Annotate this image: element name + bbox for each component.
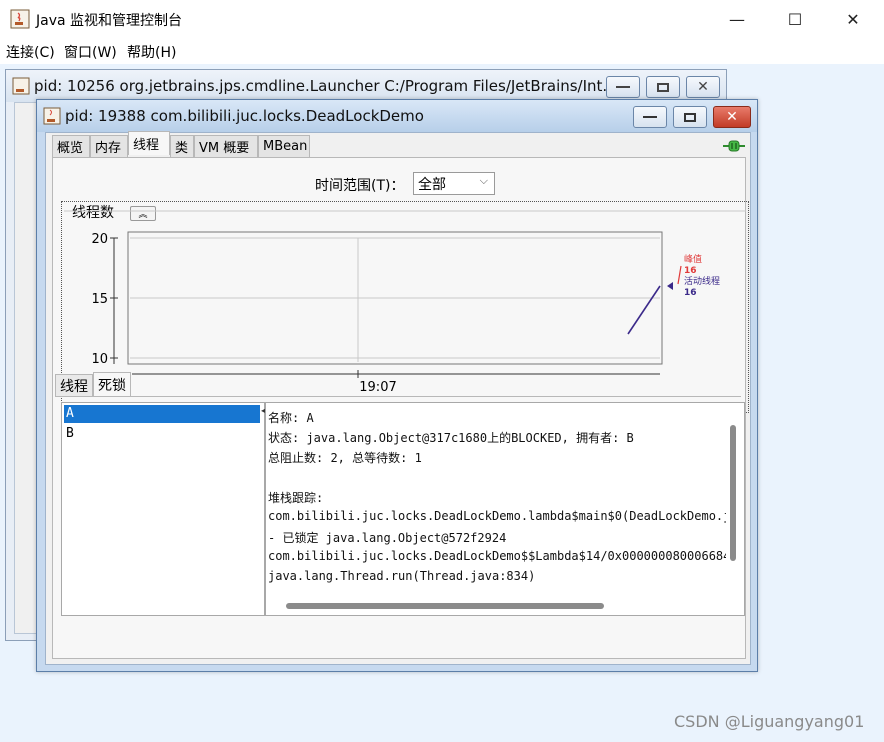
connected-plug-icon xyxy=(722,138,746,154)
deadlock-thread-list[interactable]: A B xyxy=(61,402,265,616)
detail-line: com.bilibili.juc.locks.DeadLockDemo$$Lam… xyxy=(268,549,738,563)
peak-label: 峰值 xyxy=(684,253,702,265)
thread-count-chart-panel: 线程数 ︽ 10 15 20 19:07 峰值 16 活动线程 16 xyxy=(61,201,749,413)
detail-line: 状态: java.lang.Object@317c1680上的BLOCKED, … xyxy=(268,431,634,445)
menu-connect[interactable]: 连接(C) xyxy=(6,42,55,62)
watermark: CSDN @Liguangyang01 xyxy=(674,712,865,731)
tab-overview[interactable]: 概览 xyxy=(52,135,90,157)
peak-value: 16 xyxy=(684,266,697,276)
detail-line: com.bilibili.juc.locks.DeadLockDemo.lamb… xyxy=(268,509,738,523)
detail-line: java.lang.Thread.run(Thread.java:834) xyxy=(268,569,536,583)
front-close-button[interactable]: ✕ xyxy=(713,106,751,128)
java-cup-icon xyxy=(10,9,30,29)
detail-line: 名称: A xyxy=(268,411,314,425)
vertical-scrollbar-thumb[interactable] xyxy=(730,425,736,561)
y-tick-label: 20 xyxy=(91,232,108,247)
tab-mbean[interactable]: MBean xyxy=(258,135,310,157)
time-range-select[interactable]: 全部 ⌵ xyxy=(413,172,495,195)
subtab-deadlock[interactable]: 死锁 xyxy=(93,372,131,396)
threads-tab-panel: 时间范围(T)： 全部 ⌵ 线程数 ︽ 10 15 20 19:07 峰值 16… xyxy=(52,157,749,659)
list-item[interactable]: A xyxy=(64,405,260,423)
menubar: 连接(C) 窗口(W) 帮助(H) xyxy=(0,38,884,64)
peak-marker xyxy=(677,265,682,285)
front-minimize-button[interactable] xyxy=(633,106,667,128)
y-tick-label: 15 xyxy=(91,292,108,307)
horizontal-scrollbar-thumb[interactable] xyxy=(286,603,604,609)
front-internal-window[interactable]: pid: 19388 com.bilibili.juc.locks.DeadLo… xyxy=(36,99,758,672)
front-window-title: pid: 19388 com.bilibili.juc.locks.DeadLo… xyxy=(65,107,424,125)
front-window-body: 概览 内存 线程 类 VM 概要 MBean 时间范围(T)： 全部 ⌵ 线程数… xyxy=(45,131,751,665)
tab-memory[interactable]: 内存 xyxy=(90,135,128,157)
y-tick-label: 10 xyxy=(91,352,108,367)
detail-line: 堆栈跟踪: xyxy=(268,491,324,505)
tab-vm-summary[interactable]: VM 概要 xyxy=(194,135,258,157)
time-range-value: 全部 xyxy=(418,177,446,193)
java-cup-icon xyxy=(43,107,61,125)
thread-detail-panel[interactable]: 名称: A 状态: java.lang.Object@317c1680上的BLO… xyxy=(265,402,745,616)
front-maximize-button[interactable] xyxy=(673,106,707,128)
front-window-titlebar[interactable]: pid: 19388 com.bilibili.juc.locks.DeadLo… xyxy=(37,100,757,132)
live-label: 活动线程 xyxy=(684,275,720,287)
back-window-title: pid: 10256 org.jetbrains.jps.cmdline.Lau… xyxy=(34,77,617,95)
tab-classes[interactable]: 类 xyxy=(170,135,194,157)
detail-line: - 已锁定 java.lang.Object@572f2924 xyxy=(268,531,507,545)
chart-annotations: 峰值16活动线程16 xyxy=(667,253,720,298)
back-window-titlebar[interactable]: pid: 10256 org.jetbrains.jps.cmdline.Lau… xyxy=(6,70,726,102)
time-range-label: 时间范围(T)： xyxy=(315,178,405,194)
x-tick-label: 19:07 xyxy=(359,380,396,395)
back-maximize-button[interactable] xyxy=(646,76,680,98)
thread-chart-svg: 101520 19:07 峰值16活动线程16 xyxy=(64,210,746,395)
back-minimize-button[interactable] xyxy=(606,76,640,98)
close-button[interactable]: ✕ xyxy=(824,0,882,38)
menu-help[interactable]: 帮助(H) xyxy=(127,42,176,62)
minimize-button[interactable]: — xyxy=(708,0,766,38)
detail-line: 总阻止数: 2, 总等待数: 1 xyxy=(268,451,422,465)
subtab-threads[interactable]: 线程 xyxy=(55,374,93,396)
live-value: 16 xyxy=(684,288,697,298)
java-cup-icon xyxy=(12,77,30,95)
back-close-button[interactable]: ✕ xyxy=(686,76,720,98)
list-item[interactable]: B xyxy=(64,425,260,443)
app-titlebar: Java 监视和管理控制台 — ☐ ✕ xyxy=(0,0,884,38)
subtab-divider xyxy=(55,396,741,397)
tab-threads[interactable]: 线程 xyxy=(128,131,170,155)
chevron-down-icon: ⌵ xyxy=(479,174,488,187)
maximize-button[interactable]: ☐ xyxy=(766,0,824,38)
menu-window[interactable]: 窗口(W) xyxy=(64,42,117,62)
app-title: Java 监视和管理控制台 xyxy=(36,13,183,29)
live-marker xyxy=(667,282,673,290)
